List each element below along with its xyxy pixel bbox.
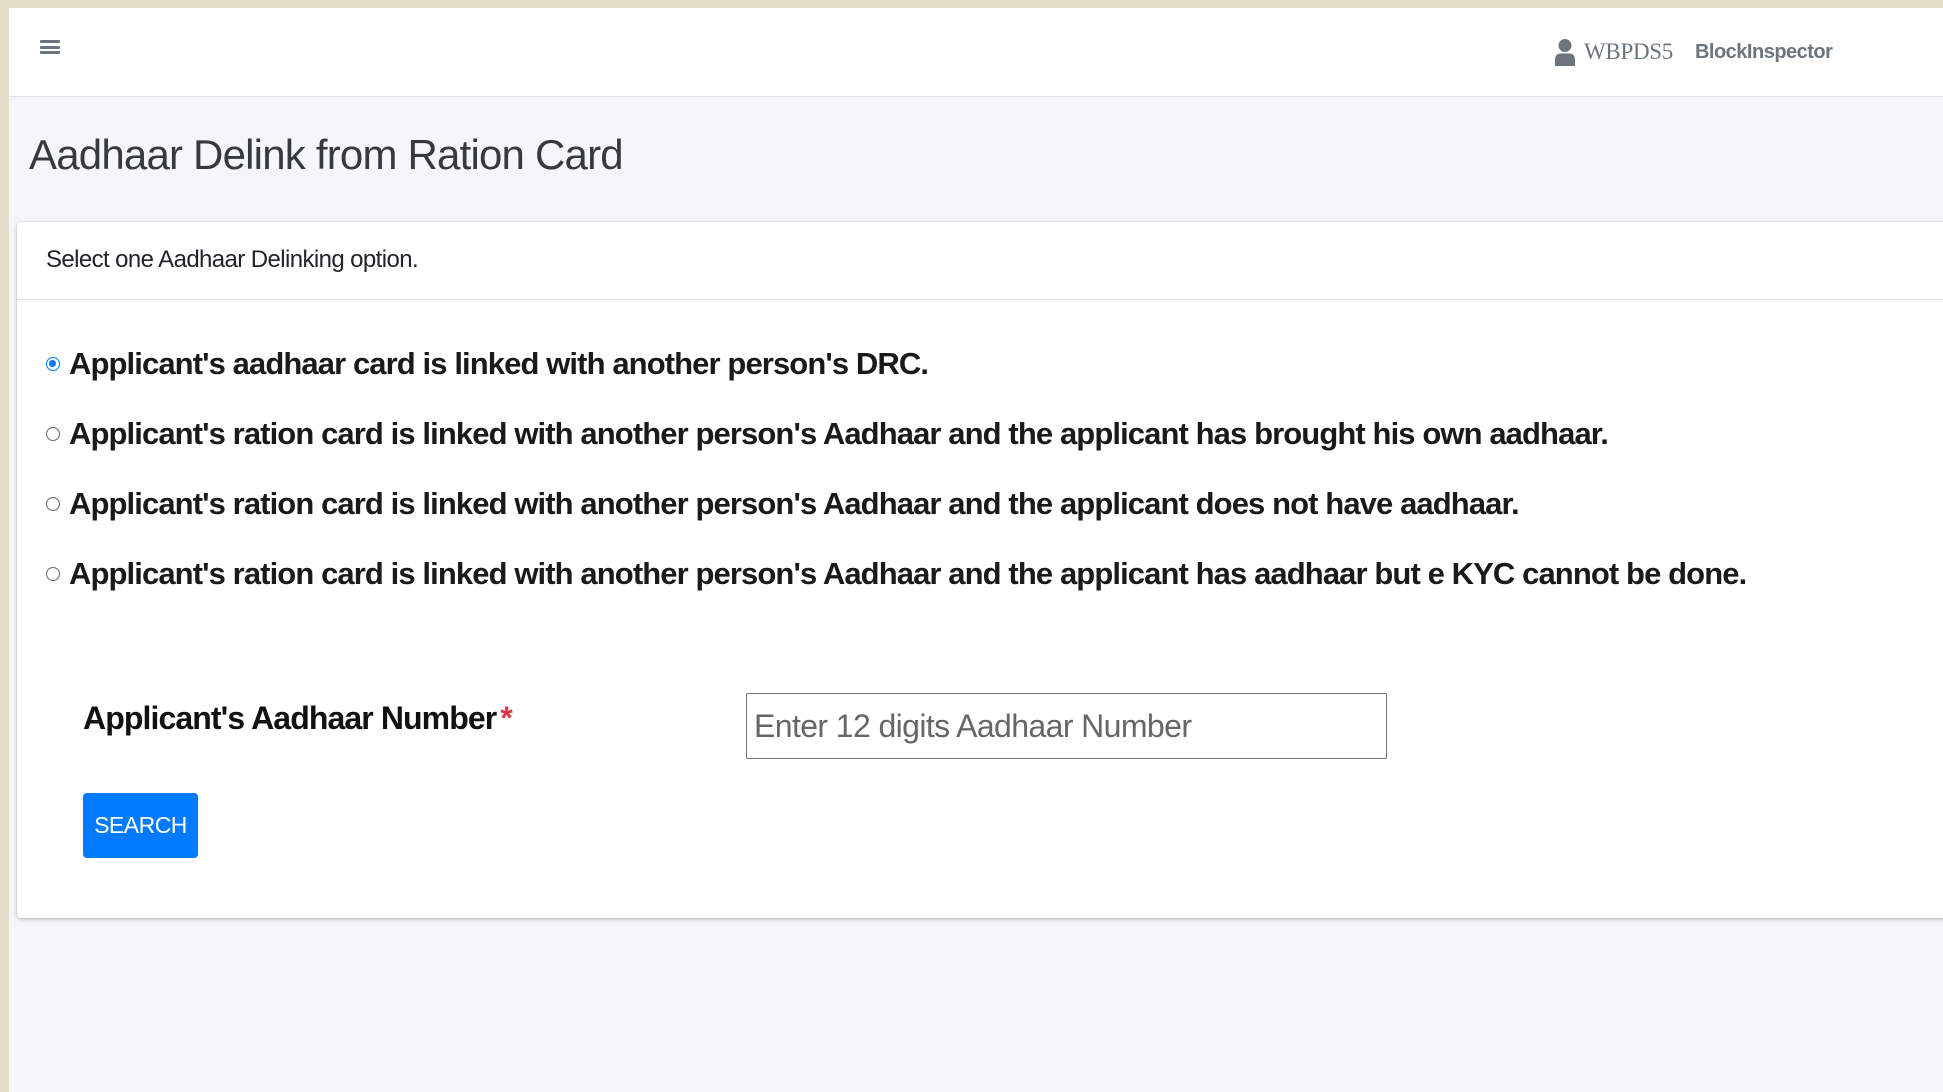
user-icon <box>1555 39 1575 66</box>
delink-option-3[interactable]: Applicant's ration card is linked with a… <box>46 480 1746 528</box>
radio-button[interactable] <box>46 357 60 371</box>
required-asterisk: * <box>500 700 512 736</box>
aadhaar-number-input[interactable] <box>746 693 1387 759</box>
app-window: WBPDS5 BlockInspector Aadhaar Delink fro… <box>9 8 1943 1092</box>
delink-option-label: Applicant's ration card is linked with a… <box>69 556 1747 591</box>
user-role: BlockInspector <box>1694 40 1833 63</box>
delink-form-card: Select one Aadhaar Delinking option. App… <box>17 222 1943 918</box>
delink-options-group: Applicant's aadhaar card is linked with … <box>46 340 1747 620</box>
hamburger-bar <box>40 51 60 54</box>
delink-option-1[interactable]: Applicant's aadhaar card is linked with … <box>46 340 1746 388</box>
hamburger-bar <box>40 40 60 43</box>
delink-option-2[interactable]: Applicant's ration card is linked with a… <box>46 410 1746 458</box>
search-button[interactable]: SEARCH <box>83 793 198 858</box>
page-title: Aadhaar Delink from Ration Card <box>29 131 624 178</box>
delink-option-4[interactable]: Applicant's ration card is linked with a… <box>46 550 1747 598</box>
hamburger-bar <box>40 45 60 49</box>
user-menu[interactable]: WBPDS5 BlockInspector <box>1554 34 1833 70</box>
delink-option-label: Applicant's aadhaar card is linked with … <box>69 346 929 381</box>
aadhaar-number-label-text: Applicant's Aadhaar Number <box>83 700 497 736</box>
aadhaar-number-label: Applicant's Aadhaar Number * <box>83 700 513 737</box>
hamburger-menu-icon[interactable] <box>40 38 60 56</box>
radio-button[interactable] <box>46 497 60 511</box>
top-navbar: WBPDS5 BlockInspector <box>9 8 1943 97</box>
card-header-text: Select one Aadhaar Delinking option. <box>46 246 419 273</box>
radio-button[interactable] <box>46 427 60 441</box>
delink-option-label: Applicant's ration card is linked with a… <box>69 416 1609 451</box>
user-name: WBPDS5 <box>1584 39 1673 64</box>
card-header: Select one Aadhaar Delinking option. <box>17 222 1943 300</box>
radio-button[interactable] <box>46 567 60 581</box>
delink-option-label: Applicant's ration card is linked with a… <box>69 486 1520 521</box>
